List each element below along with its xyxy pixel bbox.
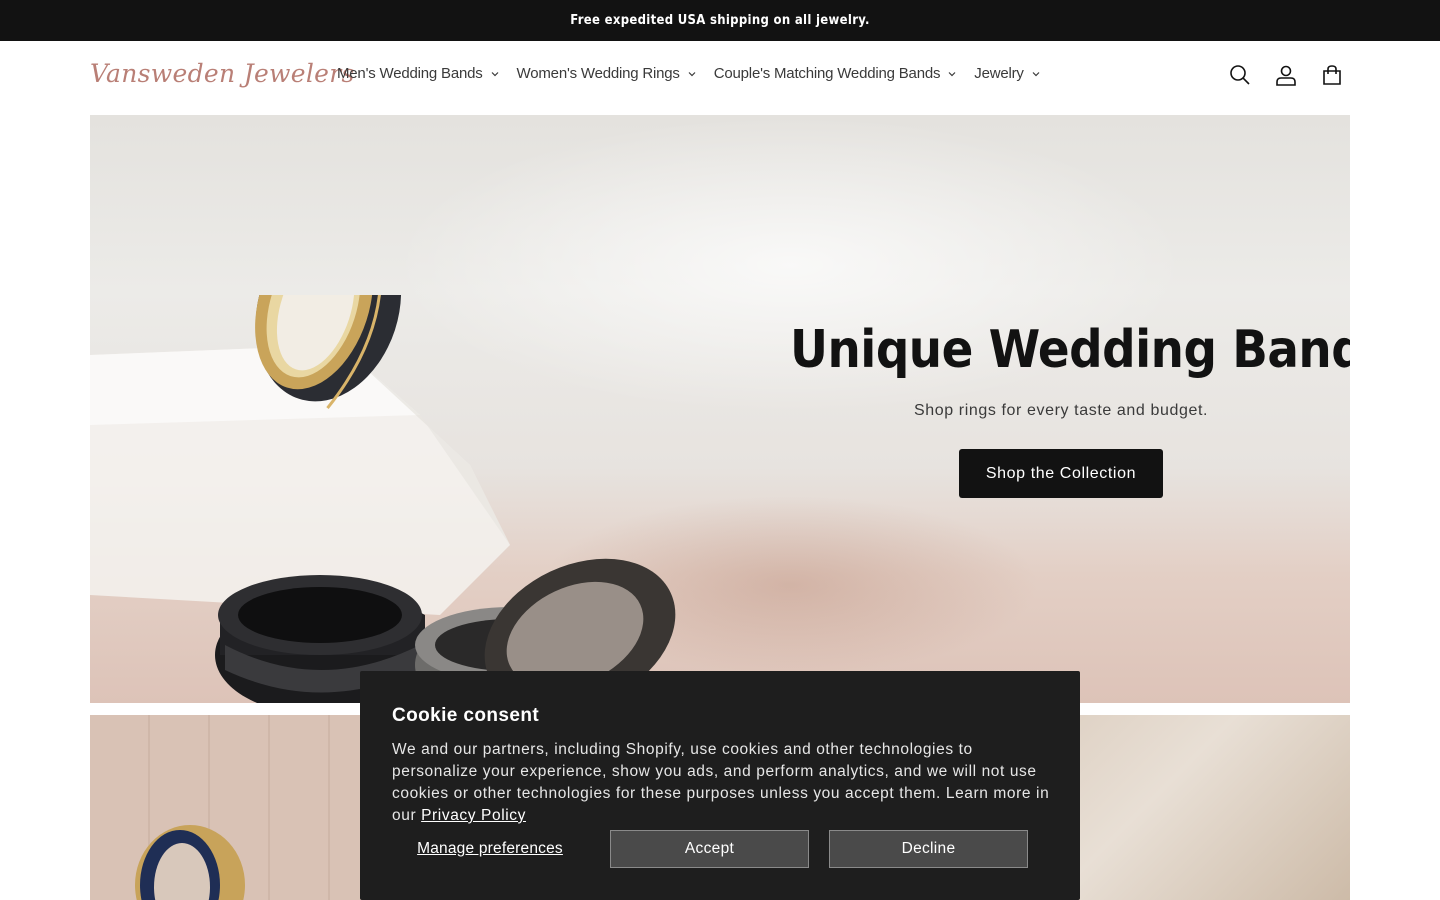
decline-button[interactable]: Decline — [829, 830, 1028, 868]
nav-item-womens-wedding-rings[interactable]: Women's Wedding Rings — [517, 65, 697, 82]
chevron-down-icon — [688, 71, 696, 76]
manage-preferences-button[interactable]: Manage preferences — [392, 830, 588, 868]
nav-item-mens-wedding-bands[interactable]: Men's Wedding Bands — [337, 65, 500, 82]
chevron-down-icon — [491, 71, 498, 76]
chevron-down-icon — [948, 71, 956, 76]
hero-product-image — [90, 295, 676, 703]
cookie-consent-banner: Cookie consent We and our partners, incl… — [360, 671, 1080, 900]
header-icons — [1228, 63, 1344, 87]
nav-item-label: Men's Wedding Bands — [337, 65, 483, 82]
main-nav: Men's Wedding Bands Women's Wedding Ring… — [337, 65, 1058, 82]
nav-item-label: Women's Wedding Rings — [516, 65, 680, 82]
chevron-down-icon — [1032, 71, 1040, 76]
nav-item-couples-matching-bands[interactable]: Couple's Matching Wedding Bands — [714, 65, 958, 82]
announcement-bar: Free expedited USA shipping on all jewel… — [0, 0, 1440, 41]
site-header: Vansweden Jewelers Men's Wedding Bands W… — [0, 41, 1440, 115]
nav-item-label: Jewelry — [974, 65, 1024, 82]
cookie-title: Cookie consent — [392, 705, 540, 726]
privacy-policy-link[interactable]: Privacy Policy — [421, 807, 526, 824]
nav-item-jewelry[interactable]: Jewelry — [974, 65, 1040, 82]
account-icon[interactable] — [1274, 63, 1298, 87]
search-icon[interactable] — [1228, 63, 1252, 87]
site-logo[interactable]: Vansweden Jewelers — [90, 59, 355, 88]
shop-collection-button[interactable]: Shop the Collection — [959, 449, 1163, 498]
cookie-text: We and our partners, including Shopify, … — [392, 739, 1052, 827]
accept-button[interactable]: Accept — [610, 830, 809, 868]
hero-banner: Unique Wedding Bands Shop rings for ever… — [90, 115, 1350, 703]
announcement-text: Free expedited USA shipping on all jewel… — [570, 13, 870, 28]
hero-subtitle: Shop rings for every taste and budget. — [913, 402, 1209, 419]
cart-icon[interactable] — [1320, 63, 1344, 87]
hero-title: Unique Wedding Bands — [790, 320, 1350, 380]
nav-item-label: Couple's Matching Wedding Bands — [713, 65, 941, 82]
